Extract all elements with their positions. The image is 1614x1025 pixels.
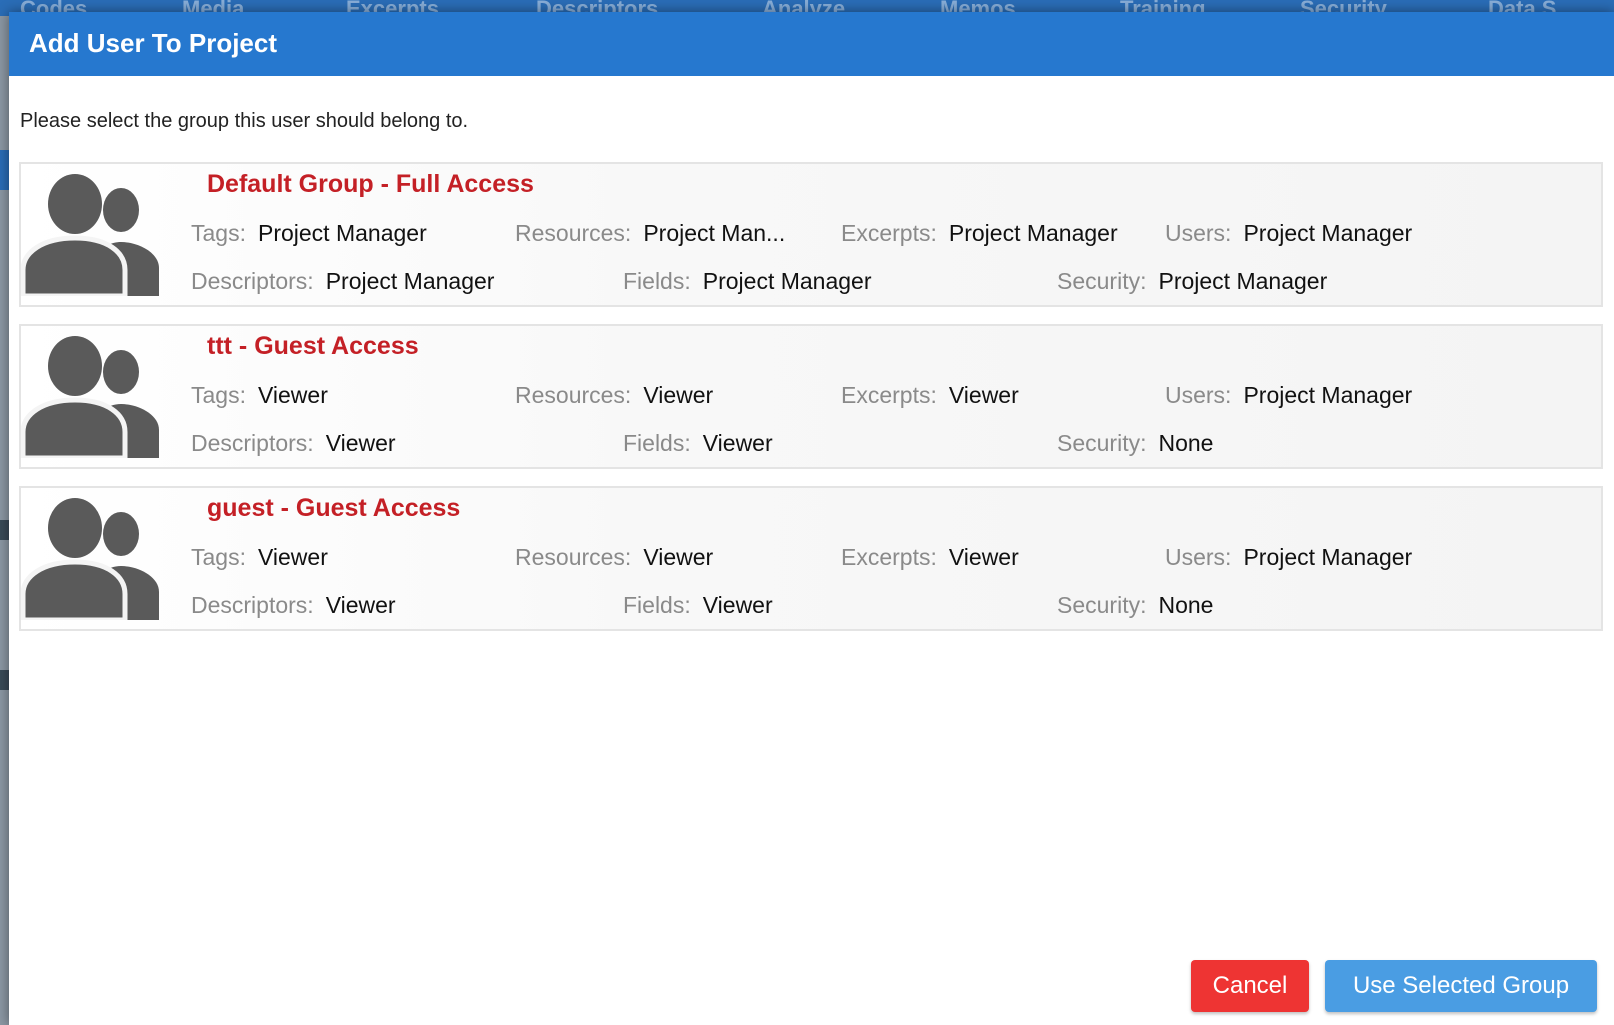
perm-descriptors: Descriptors: Viewer (191, 592, 396, 618)
perm-tags: Tags: Viewer (191, 382, 328, 408)
group-name: Default Group - Full Access (207, 170, 534, 198)
perm-resources: Resources: Project Man... (515, 220, 786, 246)
perm-security: Security: None (1057, 430, 1214, 456)
group-card-default[interactable]: Default Group - Full Access Tags: Project… (19, 162, 1603, 307)
perm-descriptors: Descriptors: Project Manager (191, 268, 495, 294)
perm-users: Users: Project Manager (1165, 382, 1413, 408)
perm-users: Users: Project Manager (1165, 544, 1413, 570)
dialog-body: Please select the group this user should… (9, 76, 1614, 956)
perm-tags: Tags: Viewer (191, 544, 328, 570)
perm-descriptors: Descriptors: Viewer (191, 430, 396, 456)
users-group-icon (21, 174, 159, 296)
perm-excerpts: Excerpts: Viewer (841, 382, 1019, 408)
cancel-button[interactable]: Cancel (1191, 960, 1309, 1012)
group-name: ttt - Guest Access (207, 332, 419, 360)
perm-users: Users: Project Manager (1165, 220, 1413, 246)
perm-resources: Resources: Viewer (515, 544, 714, 570)
perm-excerpts: Excerpts: Viewer (841, 544, 1019, 570)
users-group-icon (21, 336, 159, 458)
dialog-header: Add User To Project (9, 12, 1614, 76)
perm-resources: Resources: Viewer (515, 382, 714, 408)
users-group-icon (21, 498, 159, 620)
perm-security: Security: None (1057, 592, 1214, 618)
group-name: guest - Guest Access (207, 494, 461, 522)
perm-fields: Fields: Viewer (623, 430, 773, 456)
use-selected-group-button[interactable]: Use Selected Group (1325, 960, 1597, 1012)
dialog-title: Add User To Project (29, 28, 278, 58)
perm-tags: Tags: Project Manager (191, 220, 427, 246)
perm-fields: Fields: Project Manager (623, 268, 872, 294)
instruction-text: Please select the group this user should… (20, 110, 469, 132)
group-card-guest[interactable]: guest - Guest Access Tags: Viewer Resourc… (19, 486, 1603, 631)
perm-security: Security: Project Manager (1057, 268, 1328, 294)
add-user-dialog: Add User To Project Please select the gr… (9, 12, 1614, 1025)
perm-excerpts: Excerpts: Project Manager (841, 220, 1118, 246)
group-card-ttt[interactable]: ttt - Guest Access Tags: Viewer Resources… (19, 324, 1603, 469)
perm-fields: Fields: Viewer (623, 592, 773, 618)
